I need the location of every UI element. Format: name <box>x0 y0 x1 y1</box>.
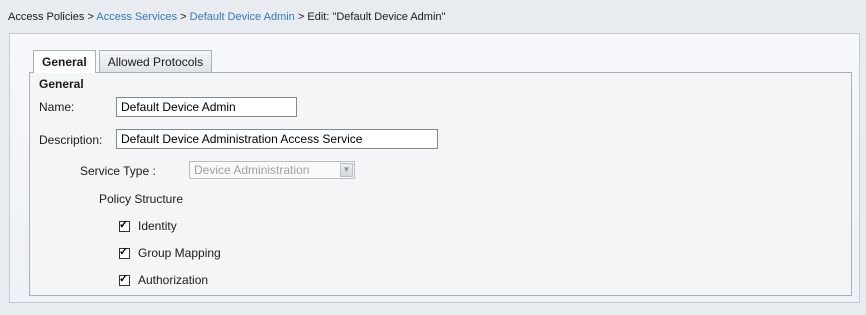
breadcrumb-current: Edit: "Default Device Admin" <box>307 11 446 23</box>
tab-allowed-protocols[interactable]: Allowed Protocols <box>98 50 213 72</box>
group-mapping-label: Group Mapping <box>138 246 221 260</box>
description-field[interactable]: Default Device Administration Access Ser… <box>116 129 438 149</box>
description-label: Description: <box>39 133 103 147</box>
breadcrumb-separator: > <box>180 11 187 23</box>
policy-item-identity[interactable]: ✓ Identity <box>119 219 177 233</box>
breadcrumb-separator: > <box>87 11 94 23</box>
name-label: Name: <box>39 100 75 114</box>
checkmark-icon: ✓ <box>119 218 129 231</box>
name-field[interactable]: Default Device Admin <box>116 97 297 117</box>
authorization-checkbox[interactable]: ✓ <box>119 272 130 286</box>
breadcrumb-link-access-services[interactable]: Access Services <box>96 11 177 23</box>
breadcrumb: Access Policies > Access Services > Defa… <box>8 11 445 23</box>
identity-label: Identity <box>138 219 177 233</box>
checkmark-icon: ✓ <box>119 245 129 258</box>
breadcrumb-separator: > <box>297 11 305 23</box>
identity-checkbox[interactable]: ✓ <box>119 218 130 232</box>
breadcrumb-root: Access Policies <box>8 11 85 23</box>
edit-panel: General Allowed Protocols General Name: … <box>9 33 860 303</box>
service-type-select[interactable]: Device Administration ▼ <box>189 161 355 179</box>
section-title: General <box>39 77 84 91</box>
chevron-down-icon[interactable]: ▼ <box>340 163 353 177</box>
authorization-label: Authorization <box>138 273 209 287</box>
tab-bar: General Allowed Protocols <box>33 50 215 73</box>
general-tab-panel: General Name: Default Device Admin Descr… <box>29 72 852 296</box>
tab-general[interactable]: General <box>33 50 96 73</box>
policy-item-authorization[interactable]: ✓ Authorization <box>119 273 208 287</box>
breadcrumb-link-default-device-admin[interactable]: Default Device Admin <box>190 11 295 23</box>
service-type-value: Device Administration <box>194 163 310 177</box>
policy-structure-label: Policy Structure <box>99 192 184 206</box>
policy-item-group-mapping[interactable]: ✓ Group Mapping <box>119 246 221 260</box>
group-mapping-checkbox[interactable]: ✓ <box>119 245 130 259</box>
checkmark-icon: ✓ <box>119 272 129 285</box>
service-type-label: Service Type : <box>80 164 156 178</box>
